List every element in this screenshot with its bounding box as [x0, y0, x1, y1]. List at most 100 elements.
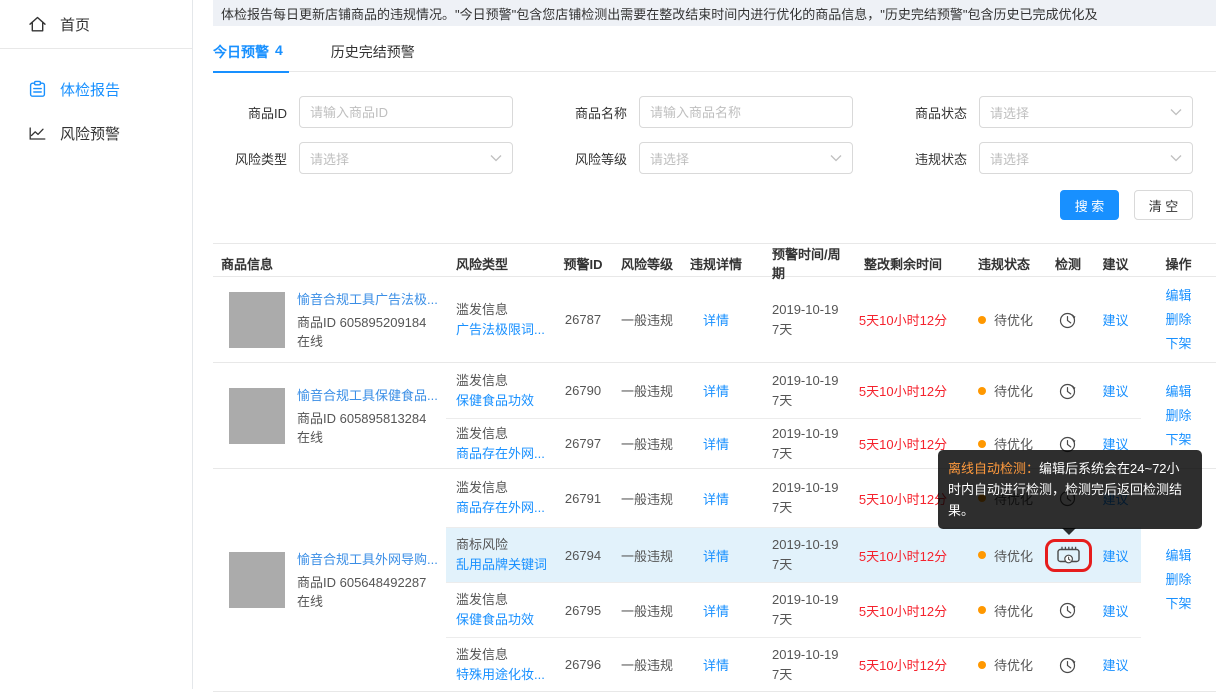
sidebar-item-report[interactable]: 体检报告: [0, 67, 192, 111]
delete-link[interactable]: 删除: [1165, 308, 1191, 332]
product-online-status: 在线: [297, 592, 438, 611]
delete-link[interactable]: 删除: [1165, 404, 1191, 428]
filter-label-risk-type: 风险类型: [213, 149, 287, 168]
product-id-input[interactable]: [299, 96, 513, 128]
risk-level-select[interactable]: 请选择: [639, 142, 853, 174]
product-name-link[interactable]: 愉音合规工具广告法极...: [297, 289, 438, 308]
edit-link[interactable]: 编辑: [1165, 544, 1191, 568]
tooltip-arrow: [1062, 528, 1076, 535]
risk-type-select[interactable]: 请选择: [299, 142, 513, 174]
info-banner: 体检报告每日更新店铺商品的违规情况。"今日预警"包含您店铺检测出需要在整改结束时…: [213, 0, 1216, 26]
product-name-link[interactable]: 愉音合规工具保健食品...: [297, 385, 438, 404]
product-id: 商品ID 605895813284: [297, 409, 438, 428]
product-online-status: 在线: [297, 428, 438, 447]
product-name-input[interactable]: [639, 96, 853, 128]
suggest-link[interactable]: 建议: [1102, 658, 1128, 673]
filter-label-violation-status: 违规状态: [893, 149, 967, 168]
tab-history-warnings[interactable]: 历史完结预警: [331, 38, 415, 72]
warning-id: 26797: [554, 436, 612, 451]
sidebar-item-home[interactable]: 首页: [0, 2, 192, 46]
detail-link[interactable]: 详情: [703, 492, 729, 507]
warning-period: 7天: [772, 555, 850, 575]
unlist-link[interactable]: 下架: [1165, 428, 1191, 452]
status-dot-icon: [978, 316, 986, 324]
warning-period: 7天: [772, 610, 850, 630]
suggest-link[interactable]: 建议: [1102, 604, 1128, 619]
chevron-down-icon: [1170, 108, 1182, 116]
product-thumbnail[interactable]: [229, 292, 285, 348]
warning-id: 26790: [554, 383, 612, 398]
detail-link[interactable]: 详情: [703, 549, 729, 564]
product-thumbnail[interactable]: [229, 388, 285, 444]
status-text: 待优化: [994, 655, 1033, 674]
clipboard-icon: [26, 78, 48, 100]
warning-date: 2019-10-19: [772, 371, 850, 391]
warning-period: 7天: [772, 498, 850, 518]
filter-panel: 商品ID 商品名称 商品状态 请选择 风险类型 请选择: [213, 96, 1193, 220]
risk-category: 滥发信息: [456, 590, 554, 610]
delete-link[interactable]: 删除: [1165, 568, 1191, 592]
risk-subtype-link[interactable]: 商品存在外网...: [456, 444, 554, 464]
detail-link[interactable]: 详情: [703, 384, 729, 399]
table-row: 滥发信息 保健食品功效 26790 一般违规 详情 2019-10-19 7天 …: [446, 363, 1141, 418]
suggest-link[interactable]: 建议: [1102, 313, 1128, 328]
detail-link[interactable]: 详情: [703, 437, 729, 452]
risk-subtype-link[interactable]: 保健食品功效: [456, 391, 554, 411]
sidebar-item-risk[interactable]: 风险预警: [0, 111, 192, 155]
suggest-link[interactable]: 建议: [1102, 384, 1128, 399]
clock-history-icon[interactable]: [1057, 380, 1079, 402]
filter-label-product-name: 商品名称: [553, 103, 627, 122]
violation-status-select[interactable]: 请选择: [979, 142, 1193, 174]
table-header: 商品信息 风险类型 预警ID 风险等级 违规详情 预警时间/周期 整改剩余时间 …: [213, 243, 1216, 277]
status-dot-icon: [978, 606, 986, 614]
product-info-cell: 愉音合规工具外网导购... 商品ID 605648492287 在线: [213, 469, 446, 691]
detail-link[interactable]: 详情: [703, 313, 729, 328]
product-info-cell: 愉音合规工具保健食品... 商品ID 605895813284 在线: [213, 363, 446, 468]
product-thumbnail[interactable]: [229, 552, 285, 608]
warning-date: 2019-10-19: [772, 478, 850, 498]
warning-date: 2019-10-19: [772, 645, 850, 665]
tab-today-warnings[interactable]: 今日预警 4: [213, 38, 283, 72]
product-status-select[interactable]: 请选择: [979, 96, 1193, 128]
status-text: 待优化: [994, 381, 1033, 400]
tooltip-title: 离线自动检测：: [948, 461, 1039, 476]
search-button[interactable]: 搜 索: [1060, 190, 1119, 220]
risk-category: 商标风险: [456, 535, 554, 555]
warning-id: 26796: [554, 657, 612, 672]
actions-cell: 编辑 删除 下架: [1141, 277, 1216, 362]
status-dot-icon: [978, 440, 986, 448]
unlist-link[interactable]: 下架: [1165, 592, 1191, 616]
product-info-cell: 愉音合规工具广告法极... 商品ID 605895209184 在线: [213, 277, 446, 362]
unlist-link[interactable]: 下架: [1165, 332, 1191, 356]
detect-cell-offline: 离线自动检测：编辑后系统会在24~72小时内自动进行检测，检测完后返回检测结果。: [1046, 539, 1090, 572]
product-group: 愉音合规工具广告法极... 商品ID 605895209184 在线 滥发信息 …: [213, 277, 1216, 363]
detail-link[interactable]: 详情: [703, 604, 729, 619]
risk-category: 滥发信息: [456, 371, 554, 391]
clock-history-icon[interactable]: [1057, 309, 1079, 331]
risk-subtype-link[interactable]: 保健食品功效: [456, 610, 554, 630]
risk-subtype-link[interactable]: 乱用品牌关键词: [456, 555, 554, 575]
warning-table: 商品信息 风险类型 预警ID 风险等级 违规详情 预警时间/周期 整改剩余时间 …: [213, 243, 1216, 692]
edit-link[interactable]: 编辑: [1165, 284, 1191, 308]
clock-history-icon[interactable]: [1057, 654, 1079, 676]
suggest-link[interactable]: 建议: [1102, 549, 1128, 564]
red-ring-highlight: [1045, 539, 1092, 572]
risk-subtype-link[interactable]: 特殊用途化妆...: [456, 665, 554, 685]
clock-history-icon[interactable]: [1057, 599, 1079, 621]
product-name-link[interactable]: 愉音合规工具外网导购...: [297, 549, 438, 568]
product-group: 愉音合规工具外网导购... 商品ID 605648492287 在线 滥发信息 …: [213, 469, 1216, 692]
sidebar-divider: [0, 48, 192, 49]
clear-button[interactable]: 清 空: [1134, 190, 1193, 220]
risk-level: 一般违规: [612, 381, 682, 400]
sidebar: 首页 体检报告 风险预警: [0, 0, 193, 689]
risk-subtype-link[interactable]: 广告法极限词...: [456, 320, 554, 340]
detail-link[interactable]: 详情: [703, 658, 729, 673]
table-row-highlighted: 商标风险 乱用品牌关键词 26794 一般违规 详情 2019-10-19 7天…: [446, 527, 1141, 582]
risk-subtype-link[interactable]: 商品存在外网...: [456, 498, 554, 518]
edit-link[interactable]: 编辑: [1165, 380, 1191, 404]
offline-detect-icon[interactable]: [1056, 545, 1081, 566]
line-chart-icon: [26, 122, 48, 144]
risk-level: 一般违规: [612, 655, 682, 674]
filter-label-product-id: 商品ID: [213, 103, 287, 122]
tooltip-offline-detection: 离线自动检测：编辑后系统会在24~72小时内自动进行检测，检测完后返回检测结果。: [938, 450, 1202, 529]
